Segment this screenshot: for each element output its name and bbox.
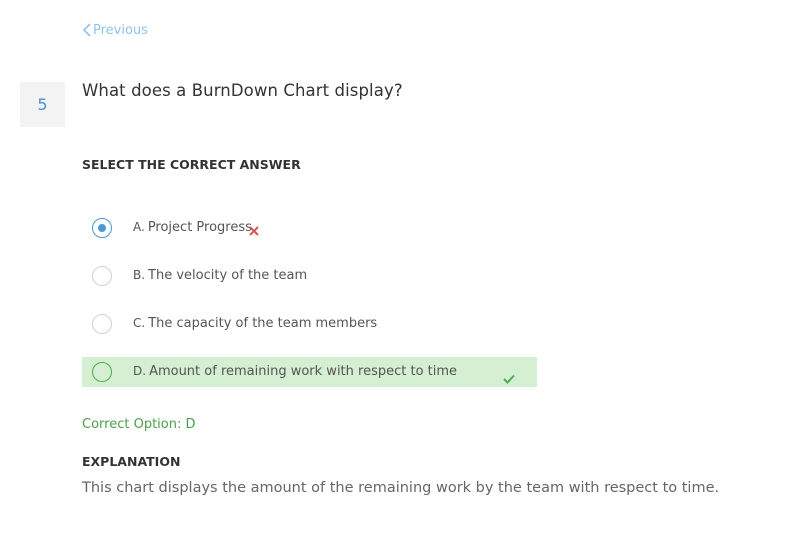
radio-correct[interactable] bbox=[92, 362, 112, 382]
question-number: 5 bbox=[20, 82, 65, 127]
instruction-heading: SELECT THE CORRECT ANSWER bbox=[82, 157, 301, 172]
option-text: Amount of remaining work with respect to… bbox=[149, 364, 458, 379]
radio-unselected[interactable] bbox=[92, 314, 112, 334]
correct-option-text: Correct Option: D bbox=[82, 417, 196, 432]
previous-link[interactable]: Previous bbox=[82, 20, 148, 40]
check-icon bbox=[503, 369, 515, 384]
option-text: The velocity of the team bbox=[148, 268, 308, 283]
option-letter: B. bbox=[133, 268, 146, 282]
option-letter: C. bbox=[133, 316, 146, 330]
option-label: B. The velocity of the team bbox=[133, 268, 307, 283]
option-letter: D. bbox=[133, 364, 147, 378]
option-label: D. Amount of remaining work with respect … bbox=[133, 364, 457, 379]
option-label: A. Project Progress bbox=[133, 220, 252, 235]
option-d-correct[interactable]: D. Amount of remaining work with respect … bbox=[82, 357, 537, 387]
option-text: Project Progress bbox=[147, 220, 252, 235]
explanation-heading: EXPLANATION bbox=[82, 454, 181, 469]
option-a[interactable]: A. Project Progress bbox=[82, 213, 537, 243]
radio-unselected[interactable] bbox=[92, 266, 112, 286]
option-b[interactable]: B. The velocity of the team bbox=[82, 261, 537, 291]
option-letter: A. bbox=[133, 220, 145, 234]
wrong-x-icon bbox=[248, 222, 260, 236]
radio-selected[interactable] bbox=[92, 218, 112, 238]
previous-label: Previous bbox=[93, 22, 148, 38]
question-text: What does a BurnDown Chart display? bbox=[82, 81, 403, 100]
option-text: The capacity of the team members bbox=[148, 316, 378, 331]
explanation-text: This chart displays the amount of the re… bbox=[82, 480, 720, 496]
chevron-left-icon bbox=[82, 22, 93, 38]
option-label: C. The capacity of the team members bbox=[133, 316, 377, 331]
option-c[interactable]: C. The capacity of the team members bbox=[82, 309, 537, 339]
